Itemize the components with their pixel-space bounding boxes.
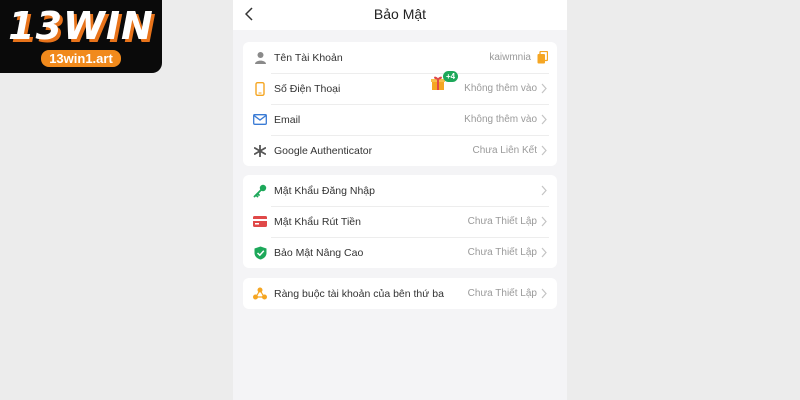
row-value: Chưa Thiết Lập (467, 216, 537, 227)
row-value: Chưa Thiết Lập (467, 288, 537, 299)
row-label: Tên Tài Khoản (274, 51, 343, 64)
row-phone-number[interactable]: Số Điện Thoại +4 Không thêm vào (243, 71, 557, 104)
brand-logo: 13WIN 13win1.art (0, 0, 162, 73)
chevron-right-icon (541, 185, 549, 197)
chevron-right-icon (541, 216, 549, 228)
gift-reward[interactable]: +4 (431, 71, 461, 91)
copy-icon[interactable] (537, 51, 549, 65)
key-icon (253, 184, 267, 198)
row-value: Không thêm vào (464, 83, 537, 94)
chevron-right-icon (541, 83, 549, 95)
page-title: Bảo Mật (373, 6, 427, 22)
logo-url: 13win1.art (41, 50, 121, 67)
row-label: Ràng buộc tài khoản của bên thứ ba (274, 287, 444, 300)
row-value: Không thêm vào (464, 114, 537, 125)
row-label: Google Authenticator (274, 144, 373, 157)
chevron-left-icon (245, 7, 253, 21)
chevron-right-icon (541, 247, 549, 259)
authenticator-icon (253, 144, 267, 158)
row-value: Chưa Liên Kết (472, 145, 537, 156)
row-label: Mật Khẩu Đăng Nhập (274, 184, 375, 197)
row-label: Mật Khẩu Rút Tiền (274, 215, 361, 228)
link-nodes-icon (253, 287, 267, 301)
chevron-right-icon (541, 288, 549, 300)
row-value: Chưa Thiết Lập (467, 247, 537, 258)
top-bar: Bảo Mật (233, 0, 567, 30)
row-label: Bảo Mật Nâng Cao (274, 246, 364, 259)
reward-badge: +4 (443, 71, 459, 82)
phone-icon (253, 81, 267, 96)
row-account-name[interactable]: Tên Tài Khoản kaiwmnia (243, 42, 557, 73)
row-email[interactable]: Email Không thêm vào (243, 104, 557, 135)
row-google-authenticator[interactable]: Google Authenticator Chưa Liên Kết (243, 135, 557, 166)
third-party-card: Ràng buộc tài khoản của bên thứ ba Chưa … (243, 278, 557, 309)
logo-text: 13WIN (8, 4, 154, 48)
chevron-right-icon (541, 145, 549, 157)
back-button[interactable] (239, 0, 259, 28)
account-info-card: Tên Tài Khoản kaiwmnia Số Điện Thoại +4 … (243, 42, 557, 166)
card-icon (253, 215, 267, 229)
row-label: Email (274, 113, 301, 126)
user-icon (253, 51, 267, 65)
email-icon (253, 113, 267, 127)
security-screen: Bảo Mật Tên Tài Khoản kaiwmnia Số Điện T… (233, 0, 567, 400)
row-value: kaiwmnia (489, 52, 531, 63)
row-login-password[interactable]: Mật Khẩu Đăng Nhập (243, 175, 557, 206)
shield-icon (253, 246, 267, 260)
row-advanced-security[interactable]: Bảo Mật Nâng Cao Chưa Thiết Lập (243, 237, 557, 268)
row-withdraw-password[interactable]: Mật Khẩu Rút Tiền Chưa Thiết Lập (243, 206, 557, 237)
password-card: Mật Khẩu Đăng Nhập Mật Khẩu Rút Tiền Chư… (243, 175, 557, 268)
row-third-party-binding[interactable]: Ràng buộc tài khoản của bên thứ ba Chưa … (243, 278, 557, 309)
chevron-right-icon (541, 114, 549, 126)
